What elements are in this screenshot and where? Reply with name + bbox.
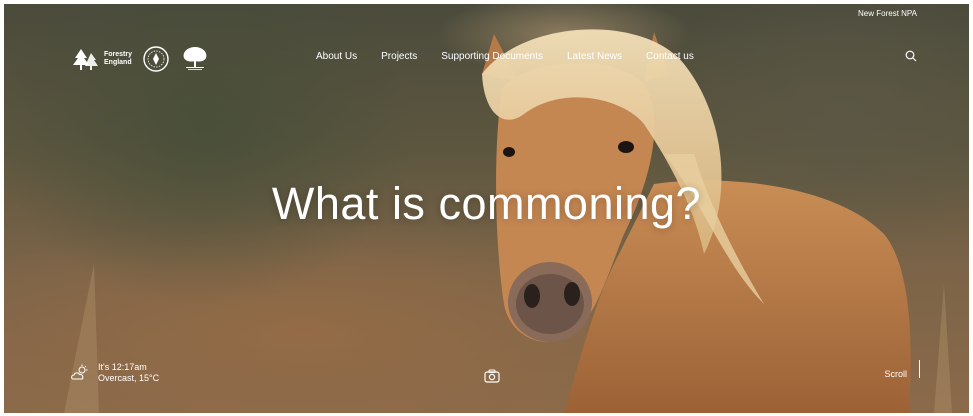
tree-icon	[73, 49, 98, 70]
hero-section: New Forest NPA Forestry England About Us	[4, 4, 969, 413]
forestry-england-logo[interactable]: Forestry England	[72, 47, 132, 71]
search-icon[interactable]	[905, 50, 917, 62]
scroll-indicator-line	[919, 360, 920, 378]
scroll-button[interactable]: Scroll	[884, 369, 907, 379]
camera-icon[interactable]	[482, 366, 502, 386]
forestry-text: Forestry	[104, 51, 133, 58]
nav-contact-us[interactable]: Contact us	[646, 51, 694, 62]
weather-widget: It's 12:17am Overcast, 15°C	[70, 362, 159, 384]
main-navigation: About Us Projects Supporting Documents L…	[316, 51, 694, 62]
commoners-tree-logo[interactable]	[180, 45, 210, 73]
partner-logos: Forestry England	[72, 42, 210, 76]
new-forest-npa-link[interactable]: New Forest NPA	[858, 9, 917, 18]
verderers-seal-logo[interactable]	[142, 45, 170, 73]
nav-supporting-documents[interactable]: Supporting Documents	[441, 51, 543, 62]
nav-latest-news[interactable]: Latest News	[567, 51, 622, 62]
cloud-sun-icon	[71, 364, 88, 380]
page-title: What is commoning?	[271, 178, 702, 229]
weather-condition: Overcast, 15°C	[98, 373, 160, 383]
weather-time: It's 12:17am	[98, 362, 147, 372]
england-text: England	[104, 59, 132, 66]
nav-projects[interactable]: Projects	[381, 51, 417, 62]
nav-about-us[interactable]: About Us	[316, 51, 357, 62]
